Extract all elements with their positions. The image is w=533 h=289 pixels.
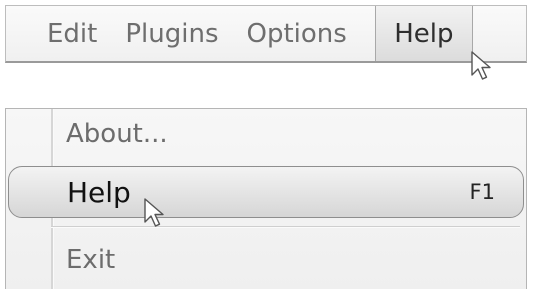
menu-bar: Edit Plugins Options Help xyxy=(5,5,527,63)
menu-item-about-label: About... xyxy=(66,119,168,149)
menu-plugins[interactable]: Plugins xyxy=(111,6,232,61)
menu-item-help[interactable]: Help F1 xyxy=(8,166,524,218)
help-dropdown-menu: About... Help F1 Exit xyxy=(5,108,527,289)
menu-item-help-shortcut: F1 xyxy=(469,180,495,204)
menu-item-help-label: Help xyxy=(67,175,131,209)
menu-edit[interactable]: Edit xyxy=(39,6,111,61)
menu-item-exit[interactable]: Exit xyxy=(6,235,526,285)
menu-item-about[interactable]: About... xyxy=(6,109,526,159)
menu-help[interactable]: Help xyxy=(374,6,473,61)
menu-options[interactable]: Options xyxy=(233,6,361,61)
screenshot-stage: Edit Plugins Options Help About... Help … xyxy=(0,0,533,289)
menu-item-exit-label: Exit xyxy=(66,245,116,275)
menu-separator xyxy=(51,226,520,228)
